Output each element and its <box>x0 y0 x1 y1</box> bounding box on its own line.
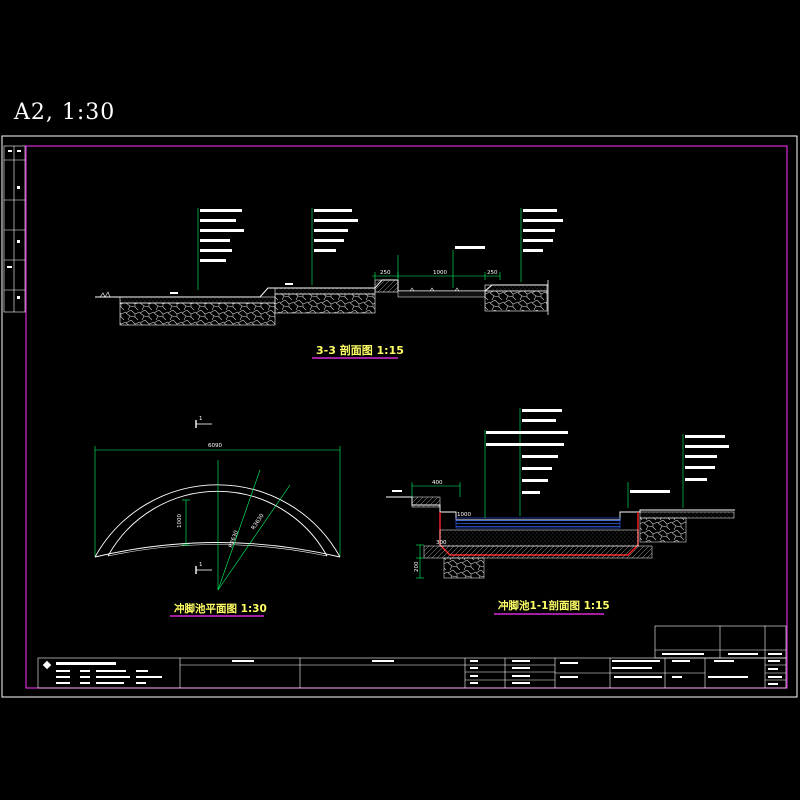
section-33-drawing: 250 1000 250 3-3 剖面图 1:15 <box>95 208 563 359</box>
pool-section-note-bars <box>392 409 729 494</box>
dim-R2630: R2630 <box>228 529 240 548</box>
inner-frame <box>25 145 788 689</box>
dim-R3630: R3630 <box>251 513 266 532</box>
section-33-title: 3-3 剖面图 1:15 <box>316 343 404 357</box>
dim-1000-section: 1000 <box>457 512 471 518</box>
cad-drawing-sheet: 250 1000 250 3-3 剖面图 1:15 6090 1000 R263… <box>1 135 798 698</box>
pool-water <box>455 517 621 529</box>
revision-strip <box>3 145 26 313</box>
dim-300: 300 <box>436 540 447 546</box>
dim-400: 400 <box>432 480 443 486</box>
dim-200: 200 <box>414 561 420 572</box>
pool-outer-arc <box>94 484 341 558</box>
title-block <box>37 625 787 689</box>
dim-250-right: 250 <box>487 270 498 276</box>
cut-mark-label-bottom: 1 <box>199 562 203 568</box>
dim-6090: 6090 <box>208 443 222 449</box>
pool-section-title: 冲脚池1-1剖面图 1:15 <box>498 599 610 612</box>
section-33-note-bars <box>170 209 563 294</box>
pool-inner-arc <box>107 490 328 557</box>
outer-frame <box>1 135 798 698</box>
dim-1000: 1000 <box>433 270 447 276</box>
dim-250-left: 250 <box>380 270 391 276</box>
pool-plan-drawing: 6090 1000 R2630 R3630 1 1 冲脚池平面图 1:30 <box>94 416 341 617</box>
dim-1000-plan: 1000 <box>177 514 183 528</box>
pool-section-11-drawing: 400 300 1000 200 冲脚池1-1剖面图 1:15 <box>386 408 735 615</box>
cut-mark-label-top: 1 <box>199 416 203 422</box>
pool-plan-title: 冲脚池平面图 1:30 <box>174 602 267 615</box>
